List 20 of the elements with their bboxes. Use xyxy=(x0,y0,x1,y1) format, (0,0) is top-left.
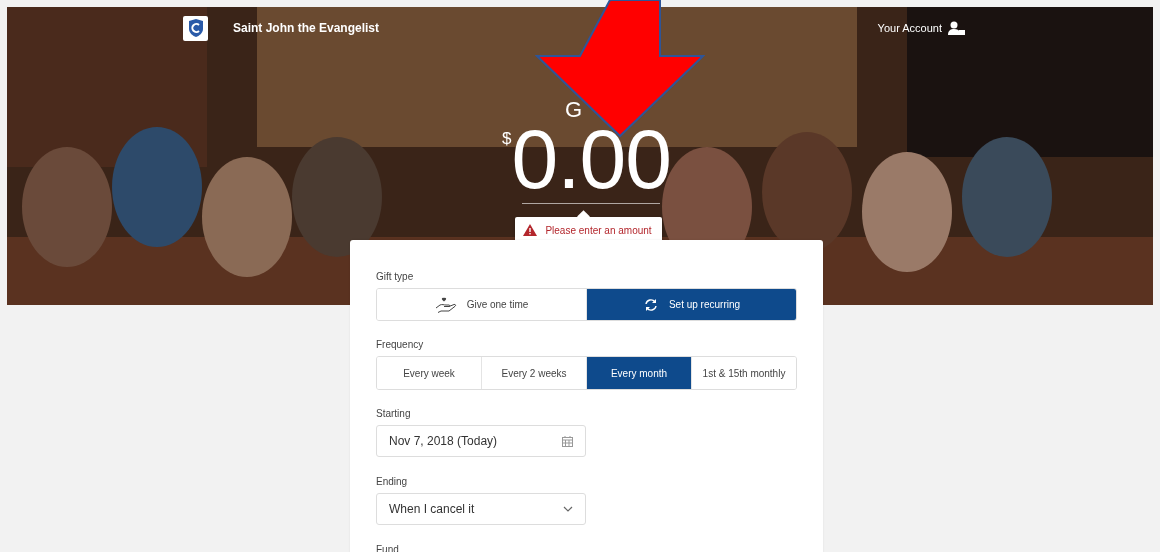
field-label: Ending xyxy=(376,476,408,487)
account-link[interactable]: Your Account xyxy=(877,22,942,34)
user-lock-icon[interactable] xyxy=(948,21,965,35)
frequency-option[interactable]: Every month xyxy=(586,357,691,389)
ending-dropdown[interactable]: When I cancel it xyxy=(376,493,586,525)
date-field[interactable]: Nov 7, 2018 (Today) xyxy=(376,425,586,457)
hand-heart-icon xyxy=(434,296,457,313)
currency-symbol: $ xyxy=(502,129,512,148)
field-label: Starting xyxy=(376,408,411,419)
calendar-icon xyxy=(562,435,573,447)
shield-logo-icon[interactable] xyxy=(183,15,208,41)
error-message: Please enter an amount xyxy=(545,224,652,236)
chevron-down-icon xyxy=(563,506,573,512)
gift-type-option[interactable]: Set up recurring xyxy=(586,289,796,320)
warning-icon xyxy=(523,224,538,236)
frequency-option[interactable]: 1st & 15th monthly xyxy=(691,357,796,389)
field-label: Frequency xyxy=(376,339,424,350)
site-title[interactable]: Saint John the Evangelist xyxy=(233,21,380,35)
field-label: Gift type xyxy=(376,271,414,282)
refresh-icon xyxy=(642,296,659,313)
